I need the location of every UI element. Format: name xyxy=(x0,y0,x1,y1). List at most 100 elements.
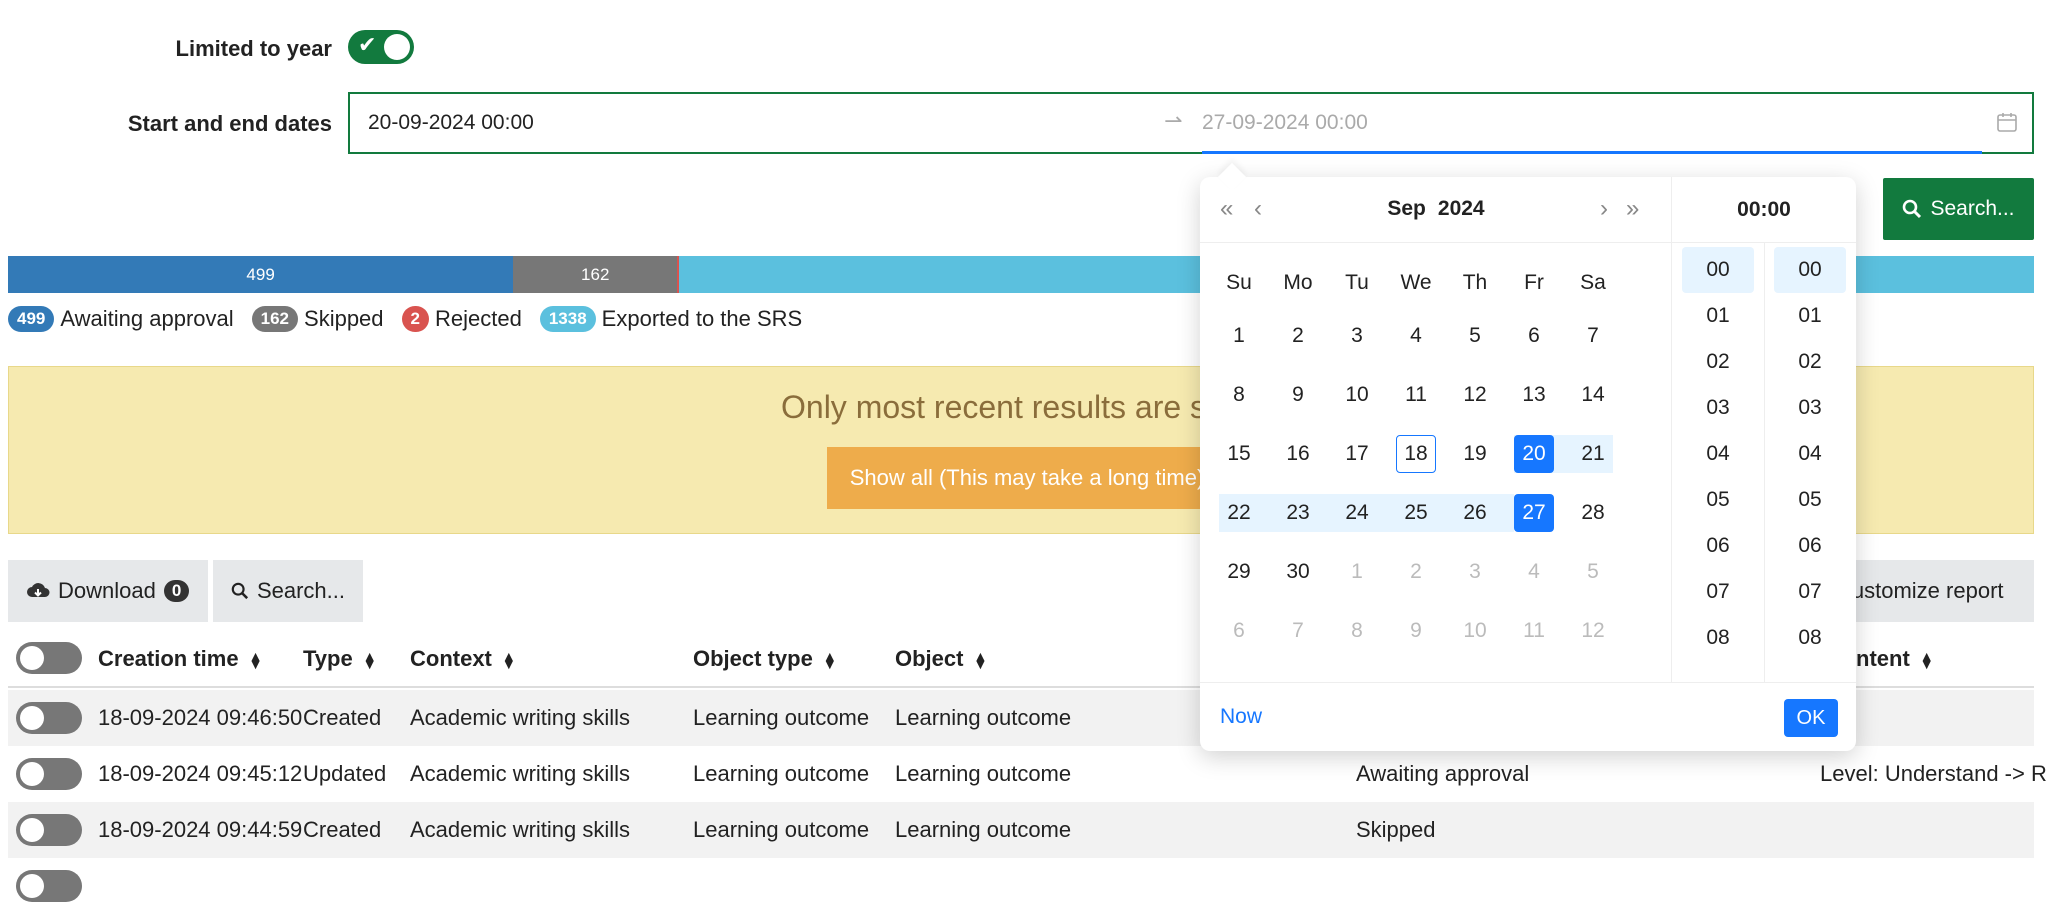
download-button[interactable]: Download 0 xyxy=(8,560,208,622)
calendar-day[interactable]: 22 xyxy=(1214,494,1264,532)
calendar-day[interactable]: 10 xyxy=(1332,376,1382,414)
hour-option[interactable]: 08 xyxy=(1682,615,1754,661)
calendar-day[interactable]: 6 xyxy=(1509,317,1559,355)
row-select-toggle[interactable] xyxy=(16,814,82,846)
calendar-day[interactable]: 5 xyxy=(1450,317,1500,355)
calendar-day[interactable]: 12 xyxy=(1450,376,1500,414)
calendar-day[interactable]: 3 xyxy=(1450,553,1500,591)
calendar-day[interactable]: 6 xyxy=(1214,612,1264,650)
calendar-day[interactable]: 8 xyxy=(1332,612,1382,650)
minutes-column[interactable]: 00 01 02 03 04 05 06 07 08 xyxy=(1770,247,1850,682)
calendar-day[interactable]: 26 xyxy=(1450,494,1500,532)
calendar-day[interactable]: 2 xyxy=(1273,317,1323,355)
month-label[interactable]: Sep xyxy=(1387,197,1426,220)
calendar-day[interactable]: 15 xyxy=(1214,435,1264,473)
weekday-label: Su xyxy=(1226,271,1252,294)
calendar-day[interactable]: 4 xyxy=(1509,553,1559,591)
header-object-type[interactable]: Object type ▲ ▼ xyxy=(693,646,837,672)
calendar-day[interactable]: 11 xyxy=(1391,376,1441,414)
calendar-day[interactable]: 4 xyxy=(1391,317,1441,355)
calendar-day[interactable]: 24 xyxy=(1332,494,1382,532)
table-search-button[interactable]: Search... xyxy=(213,560,363,622)
calendar-day[interactable]: 12 xyxy=(1568,612,1618,650)
calendar-day[interactable]: 5 xyxy=(1568,553,1618,591)
calendar-day[interactable]: 9 xyxy=(1391,612,1441,650)
hour-option[interactable]: 07 xyxy=(1682,569,1754,615)
minute-option[interactable]: 08 xyxy=(1774,615,1846,661)
table-row-partial[interactable] xyxy=(8,858,2034,914)
cell-context: Academic writing skills xyxy=(410,761,631,786)
minute-option[interactable]: 03 xyxy=(1774,385,1846,431)
toggle-knob xyxy=(20,818,44,842)
hour-option[interactable]: 02 xyxy=(1682,339,1754,385)
show-all-button[interactable]: Show all (This may take a long time) xyxy=(827,447,1227,509)
table-search-label: Search... xyxy=(256,578,345,603)
header-context[interactable]: Context ▲ ▼ xyxy=(410,646,516,672)
hour-option[interactable]: 04 xyxy=(1682,431,1754,477)
customize-report-button[interactable]: Customize report xyxy=(1844,560,2034,622)
hour-option[interactable]: 01 xyxy=(1682,293,1754,339)
table-row[interactable]: 18-09-2024 09:45:12 Updated Academic wri… xyxy=(8,746,2047,802)
calendar-day[interactable]: 2 xyxy=(1391,553,1441,591)
minute-option[interactable]: 02 xyxy=(1774,339,1846,385)
calendar-day[interactable]: 25 xyxy=(1391,494,1441,532)
sort-icon: ▲ ▼ xyxy=(1919,648,1934,673)
next-month-icon[interactable]: › xyxy=(1600,195,1608,223)
calendar-day[interactable]: 7 xyxy=(1568,317,1618,355)
year-label[interactable]: 2024 xyxy=(1438,197,1485,220)
calendar-day[interactable]: 11 xyxy=(1509,612,1559,650)
hour-option[interactable]: 00 xyxy=(1682,247,1754,293)
calendar-day[interactable]: 1 xyxy=(1214,317,1264,355)
calendar-day[interactable]: 28 xyxy=(1568,494,1618,532)
minute-option[interactable]: 05 xyxy=(1774,477,1846,523)
calendar-day[interactable]: 23 xyxy=(1273,494,1323,532)
row-select-toggle[interactable] xyxy=(16,758,82,790)
select-all-toggle[interactable] xyxy=(16,642,82,674)
search-button[interactable]: Search... xyxy=(1883,178,2034,240)
header-content[interactable]: ntent ▲ ▼ xyxy=(1856,646,1934,672)
minute-option[interactable]: 07 xyxy=(1774,569,1846,615)
calendar-day[interactable]: 7 xyxy=(1273,612,1323,650)
calendar-day[interactable]: 20 xyxy=(1514,435,1554,473)
next-year-icon[interactable]: » xyxy=(1626,195,1639,223)
date-range-input[interactable]: 20-09-2024 00:00 ⇀ 27-09-2024 00:00 xyxy=(348,92,2034,154)
calendar-day[interactable]: 1 xyxy=(1332,553,1382,591)
limited-to-year-label: Limited to year xyxy=(175,36,332,61)
search-icon xyxy=(1903,199,1922,219)
row-select-toggle[interactable] xyxy=(16,702,82,734)
table-row[interactable]: 18-09-2024 09:44:59 Created Academic wri… xyxy=(8,802,2034,858)
now-link[interactable]: Now xyxy=(1220,705,1262,729)
calendar-day[interactable]: 16 xyxy=(1273,435,1323,473)
minute-option[interactable]: 06 xyxy=(1774,523,1846,569)
calendar-day[interactable]: 9 xyxy=(1273,376,1323,414)
calendar-day[interactable]: 8 xyxy=(1214,376,1264,414)
legend-label: Skipped xyxy=(304,306,384,331)
calendar-day[interactable]: 10 xyxy=(1450,612,1500,650)
calendar-day[interactable]: 21 xyxy=(1568,435,1618,473)
calendar-day[interactable]: 3 xyxy=(1332,317,1382,355)
calendar-day[interactable]: 17 xyxy=(1332,435,1382,473)
row-select-toggle[interactable] xyxy=(16,870,82,902)
calendar-day[interactable]: 29 xyxy=(1214,553,1264,591)
hour-option[interactable]: 06 xyxy=(1682,523,1754,569)
calendar-day[interactable]: 18 xyxy=(1396,435,1436,473)
calendar-day[interactable]: 19 xyxy=(1450,435,1500,473)
calendar-day[interactable]: 13 xyxy=(1509,376,1559,414)
minute-option[interactable]: 00 xyxy=(1774,247,1846,293)
calendar-day[interactable]: 27 xyxy=(1514,494,1554,532)
minute-option[interactable]: 01 xyxy=(1774,293,1846,339)
hours-column[interactable]: 00 01 02 03 04 05 06 07 08 xyxy=(1678,247,1758,682)
limited-to-year-toggle[interactable]: ✔ xyxy=(348,30,414,64)
end-date-placeholder[interactable]: 27-09-2024 00:00 xyxy=(1202,111,1368,135)
header-type[interactable]: Type ▲ ▼ xyxy=(303,646,377,672)
hour-option[interactable]: 05 xyxy=(1682,477,1754,523)
minute-option[interactable]: 04 xyxy=(1774,431,1846,477)
hour-option[interactable]: 03 xyxy=(1682,385,1754,431)
calendar-day[interactable]: 30 xyxy=(1273,553,1323,591)
calendar-day[interactable]: 14 xyxy=(1568,376,1618,414)
legend-item: 1338 Exported to the SRS xyxy=(539,306,802,332)
header-creation-time[interactable]: Creation time ▲ ▼ xyxy=(98,646,262,672)
ok-button[interactable]: OK xyxy=(1784,699,1838,737)
header-object[interactable]: Object ▲ ▼ xyxy=(895,646,987,672)
start-date-value[interactable]: 20-09-2024 00:00 xyxy=(368,111,534,135)
